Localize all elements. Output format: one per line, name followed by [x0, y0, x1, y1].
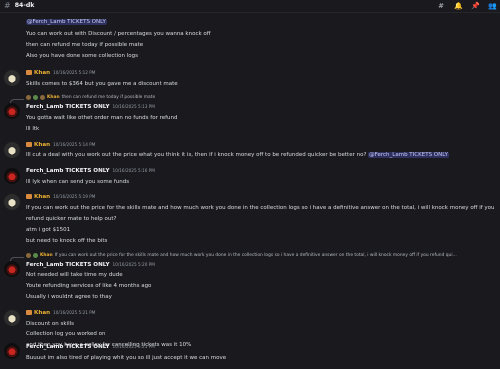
badge-icon — [26, 253, 31, 259]
reply-preview[interactable]: Khan If you can work out the price for t… — [26, 253, 457, 259]
timestamp: 10/16/2025 5:13 PM — [112, 104, 155, 109]
message-line: lll lyk when can send you some funds — [26, 179, 130, 185]
message-line: but need to knock off the bits — [26, 238, 108, 244]
message-line: lll ltk — [26, 126, 40, 132]
message-line: Skills comes to $364 but you gave me a d… — [26, 81, 178, 87]
message-line: @Ferch_Lamb TICKETS ONLY — [26, 19, 107, 26]
avatar[interactable] — [4, 261, 20, 277]
message-list: @Ferch_Lamb TICKETS ONLY Yuo can work ou… — [0, 13, 500, 369]
header-toolbar: # 🔔 📌 👥 — [437, 2, 497, 10]
message-line: Not needed will take time my dude — [26, 272, 123, 278]
user-mention[interactable]: @Ferch_Lamb TICKETS ONLY — [368, 152, 449, 158]
bell-icon[interactable]: 🔔 — [454, 2, 463, 10]
members-icon[interactable]: 👥 — [488, 2, 497, 10]
message-line: Discount on skills — [26, 321, 74, 327]
message-line: atm i got $1501 — [26, 227, 71, 233]
username[interactable]: Khan 10/16/2025 5:14 PM — [26, 142, 95, 149]
message-line: If you can work out the price for the sk… — [26, 205, 495, 211]
timestamp: 10/16/2025 5:21 PM — [112, 344, 155, 349]
avatar-mini — [40, 95, 45, 101]
badge-icon — [33, 95, 38, 101]
username[interactable]: Khan 10/16/2025 5:12 PM — [26, 70, 95, 77]
badge-icon — [26, 95, 31, 101]
message-line: Ill cut a deal with you work out the pri… — [26, 152, 449, 158]
hash-icon: # — [4, 1, 11, 10]
username[interactable]: Ferch_Lamb TICKETS ONLY 10/16/2025 5:20 P… — [26, 262, 155, 269]
timestamp: 10/16/2025 5:16 PM — [112, 168, 155, 173]
timestamp: 10/16/2025 5:19 PM — [53, 194, 96, 199]
message-line: refund quicker mate to help out? — [26, 216, 117, 222]
channel-header: # 84-dk # 🔔 📌 👥 — [0, 0, 500, 13]
avatar[interactable] — [4, 168, 20, 184]
message-line: You gotta wait like othet order man no f… — [26, 115, 178, 121]
avatar[interactable] — [4, 70, 20, 86]
username[interactable]: Ferch_Lamb TICKETS ONLY 10/16/2025 5:21 P… — [26, 344, 155, 351]
badge-icon — [33, 253, 38, 259]
crown-icon — [26, 70, 32, 75]
username[interactable]: Khan 10/16/2025 5:19 PM — [26, 194, 95, 201]
message-line: Yuo can work out with Discount / percent… — [26, 31, 211, 37]
reply-preview[interactable]: Khan then can refund me today if possibl… — [26, 95, 155, 101]
avatar[interactable] — [4, 103, 20, 119]
user-mention[interactable]: @Ferch_Lamb TICKETS ONLY — [26, 19, 107, 25]
message-line: Buuuut im also tired of playing whit you… — [26, 355, 227, 361]
timestamp: 10/16/2025 5:20 PM — [112, 262, 155, 267]
message-line: Usually i wouldnt agree to thay — [26, 294, 112, 300]
timestamp: 10/16/2025 5:21 PM — [53, 310, 96, 315]
message-line: Also you have done some collection logs — [26, 53, 138, 59]
username[interactable]: Khan 10/16/2025 5:21 PM — [26, 310, 95, 317]
message-line: Youte refunding services of like 4 month… — [26, 283, 152, 289]
username[interactable]: Ferch_Lamb TICKETS ONLY 10/16/2025 5:13 P… — [26, 104, 155, 111]
avatar[interactable] — [4, 343, 20, 359]
message-line: then can refund me today if possible mat… — [26, 42, 144, 48]
avatar[interactable] — [4, 142, 20, 158]
threads-icon[interactable]: # — [437, 2, 445, 10]
pin-icon[interactable]: 📌 — [471, 2, 480, 10]
crown-icon — [26, 310, 32, 315]
channel-name: 84-dk — [14, 2, 35, 10]
avatar[interactable] — [4, 310, 20, 326]
avatar[interactable] — [4, 194, 20, 210]
username[interactable]: Ferch_Lamb TICKETS ONLY 10/16/2025 5:16 P… — [26, 168, 155, 175]
timestamp: 10/16/2025 5:12 PM — [53, 70, 96, 75]
crown-icon — [26, 142, 32, 147]
message-line: Collection log you worked on — [26, 331, 106, 337]
crown-icon — [26, 194, 32, 199]
timestamp: 10/16/2025 5:14 PM — [53, 142, 96, 147]
